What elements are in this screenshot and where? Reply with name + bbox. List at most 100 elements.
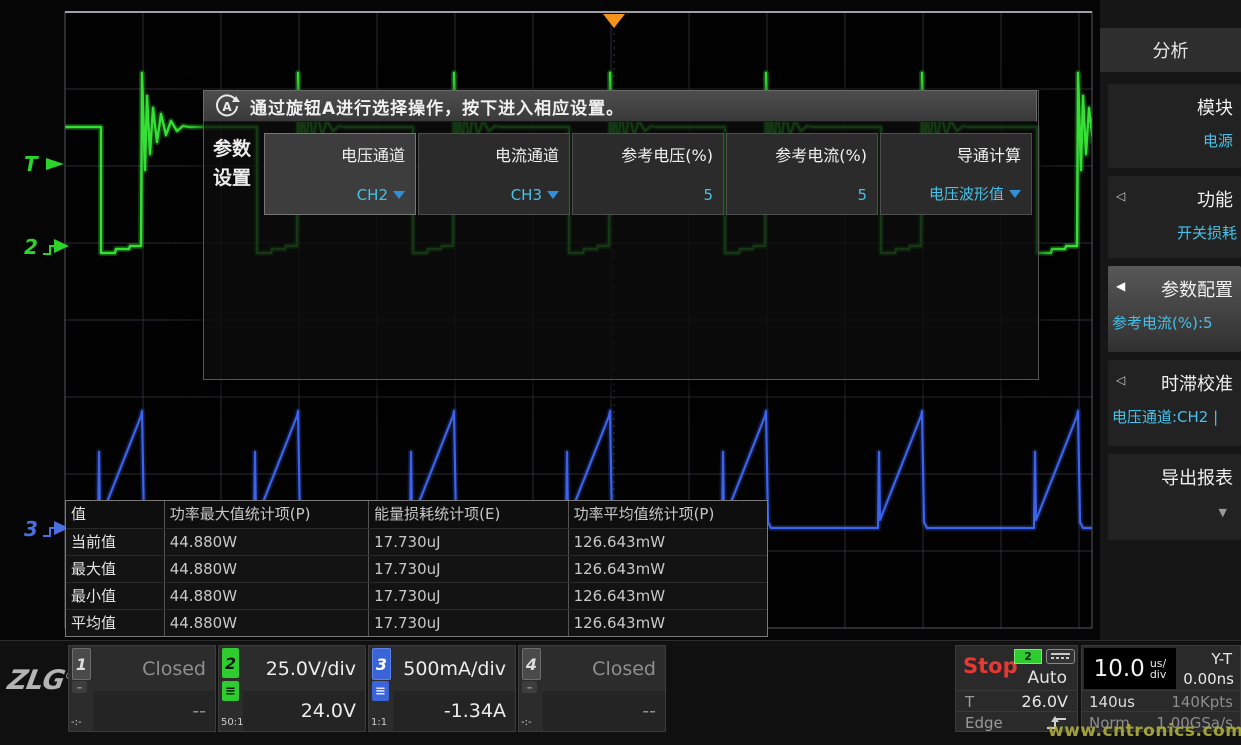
row-label: 当前值 <box>66 529 164 555</box>
dropdown-arrow-icon <box>547 191 559 199</box>
timebase-scale-box: 10.0 us/div <box>1084 648 1176 689</box>
button-value: 5 <box>857 186 867 204</box>
table-header: 功率平均值统计项(P) <box>568 501 767 528</box>
cell-value: 44.880W <box>164 610 368 636</box>
item-title: 功能 <box>1197 186 1233 212</box>
ch3-ground-marker[interactable]: 3 <box>24 516 70 542</box>
button-label: 参考电流(%) <box>775 142 867 166</box>
channel-3-box[interactable]: 3 ≡ 1:1 500mA/div -1.34A <box>368 645 516 732</box>
table-row: 最大值 44.880W 17.730uJ 126.643mW <box>66 555 767 582</box>
item-value: 电源 <box>1203 130 1233 151</box>
cell-value: 126.643mW <box>568 529 767 555</box>
button-value: 5 <box>703 186 713 204</box>
channel-1-badge: 1 <box>72 648 91 680</box>
trigger-coupling-icon <box>1046 649 1075 664</box>
oscilloscope-screen: T 2 3 值 功率最大值统计项(P) 能量损耗统计项(E) 功率平均值统计项(… <box>0 0 1241 745</box>
button-value: CH3 <box>511 186 542 204</box>
sidebar-item-param-config[interactable]: ◀ 参数配置 参考电流(%):5 <box>1108 266 1241 352</box>
record-row: 140us 140Kpts <box>1082 690 1240 712</box>
cell-value: 126.643mW <box>568 610 767 636</box>
row-label: 最大值 <box>66 556 164 582</box>
probe-ratio: -:- <box>521 717 532 728</box>
trigger-level-marker[interactable]: T <box>24 152 66 176</box>
trigger-level-row: T 26.0V <box>956 690 1077 712</box>
item-title: 导出报表 <box>1161 464 1233 490</box>
channel-offset: -1.34A <box>444 700 506 722</box>
table-header: 能量损耗统计项(E) <box>368 501 567 528</box>
channel-scale: 500mA/div <box>403 658 506 680</box>
channel-status: Closed <box>142 658 206 680</box>
table-header-row: 值 功率最大值统计项(P) 能量损耗统计项(E) 功率平均值统计项(P) <box>66 501 767 528</box>
item-title: 模块 <box>1197 94 1233 120</box>
trigger-mode: Auto <box>1028 668 1067 688</box>
analysis-menu-panel: 分析 模块 电源 ◁ 功能 开关损耗 ◀ 参数配置 参考电流(%):5 ◁ 时滞… <box>1100 0 1241 640</box>
ref-voltage-button[interactable]: 参考电压(%) 5 <box>572 133 724 215</box>
cell-value: 126.643mW <box>568 583 767 609</box>
knob-a-icon: A <box>214 93 240 119</box>
channel-status: Closed <box>592 658 656 680</box>
channel-4-badge: 4 <box>522 648 541 680</box>
time-window: 140us <box>1089 693 1135 711</box>
cell-value: 44.880W <box>164 583 368 609</box>
trigger-marker-label: T <box>24 152 38 176</box>
item-title: 参数配置 <box>1161 276 1233 302</box>
button-value: 电压波形值 <box>929 183 1004 204</box>
sidebar-title: 分析 <box>1100 28 1241 72</box>
sidebar-item-deskew[interactable]: ◁ 时滞校准 电压通道:CH2 | <box>1108 360 1241 446</box>
button-label: 电压通道 <box>341 142 405 166</box>
channel-2-box[interactable]: 2 ≡ 50:1 25.0V/div 24.0V <box>218 645 366 732</box>
channel-offset: -- <box>192 700 206 722</box>
item-title: 时滞校准 <box>1161 370 1233 396</box>
button-value: CH2 <box>357 186 388 204</box>
submenu-arrow-icon: ◁ <box>1116 373 1125 387</box>
cell-value: 17.730uJ <box>368 583 567 609</box>
current-channel-button[interactable]: 电流通道 CH3 <box>418 133 570 215</box>
ch3-marker-label: 3 <box>24 517 38 541</box>
param-settings-label: 参数设置 <box>213 135 257 194</box>
watermark: www.cntronics.com <box>1048 721 1241 741</box>
trigger-type-label: Edge <box>965 714 1003 732</box>
svg-text:A: A <box>222 100 232 114</box>
sidebar-item-function[interactable]: ◁ 功能 开关损耗 <box>1108 176 1241 258</box>
cell-value: 44.880W <box>164 556 368 582</box>
timebase-scale-value: 10.0 <box>1094 656 1145 682</box>
ch2-ground-arrow-icon <box>40 234 70 260</box>
ch2-ground-marker[interactable]: 2 <box>24 234 70 260</box>
dropdown-arrow-icon <box>1009 190 1021 198</box>
row-label: 平均值 <box>66 610 164 636</box>
button-label: 参考电压(%) <box>621 142 713 166</box>
button-label: 电流通道 <box>495 142 559 166</box>
table-header: 功率最大值统计项(P) <box>164 501 368 528</box>
cell-value: 126.643mW <box>568 556 767 582</box>
timebase-unit: div <box>1150 669 1167 680</box>
cell-value: 17.730uJ <box>368 556 567 582</box>
voltage-channel-button[interactable]: 电压通道 CH2 <box>264 133 416 215</box>
knob-select-dialog: A 通过旋钮A进行选择操作，按下进入相应设置。 参数设置 电压通道 CH2 电流… <box>203 90 1039 380</box>
cell-value: 17.730uJ <box>368 529 567 555</box>
ref-current-button[interactable]: 参考电流(%) 5 <box>726 133 878 215</box>
channel-offset: -- <box>642 700 656 722</box>
channel-3-badge: 3 <box>372 648 391 680</box>
trigger-delay: 0.00ns <box>1183 670 1234 688</box>
dialog-header: A 通过旋钮A进行选择操作，按下进入相应设置。 <box>203 90 1037 122</box>
channel-4-box[interactable]: 4 – -:- Closed -- <box>518 645 666 732</box>
trigger-panel[interactable]: Stop 2 Auto T 26.0V Edge <box>955 645 1078 732</box>
channel-1-box[interactable]: 1 – -:- Closed -- <box>68 645 216 732</box>
conduction-calc-button[interactable]: 导通计算 电压波形值 <box>880 133 1032 215</box>
item-value: 开关损耗 <box>1177 222 1237 243</box>
sidebar-item-export-report[interactable]: 导出报表 ▼ <box>1108 454 1241 540</box>
item-value: 参考电流(%):5 <box>1112 312 1213 333</box>
chevron-down-icon: ▼ <box>1219 506 1227 519</box>
cell-value: 17.730uJ <box>368 610 567 636</box>
table-row: 最小值 44.880W 17.730uJ 126.643mW <box>66 582 767 609</box>
timebase-panel[interactable]: 10.0 us/div Y-T 0.00ns 140us 140Kpts Nor… <box>1081 645 1241 732</box>
button-label: 导通计算 <box>957 142 1021 166</box>
probe-ratio: 1:1 <box>371 717 387 728</box>
table-row: 平均值 44.880W 17.730uJ 126.643mW <box>66 609 767 636</box>
sidebar-item-module[interactable]: 模块 电源 <box>1108 84 1241 168</box>
table-header: 值 <box>66 501 164 528</box>
channel-2-coupling-icon: ≡ <box>222 681 239 701</box>
item-value: 电压通道:CH2 | <box>1112 406 1218 427</box>
display-mode: Y-T <box>1211 650 1232 668</box>
channel-scale: 25.0V/div <box>266 658 356 680</box>
